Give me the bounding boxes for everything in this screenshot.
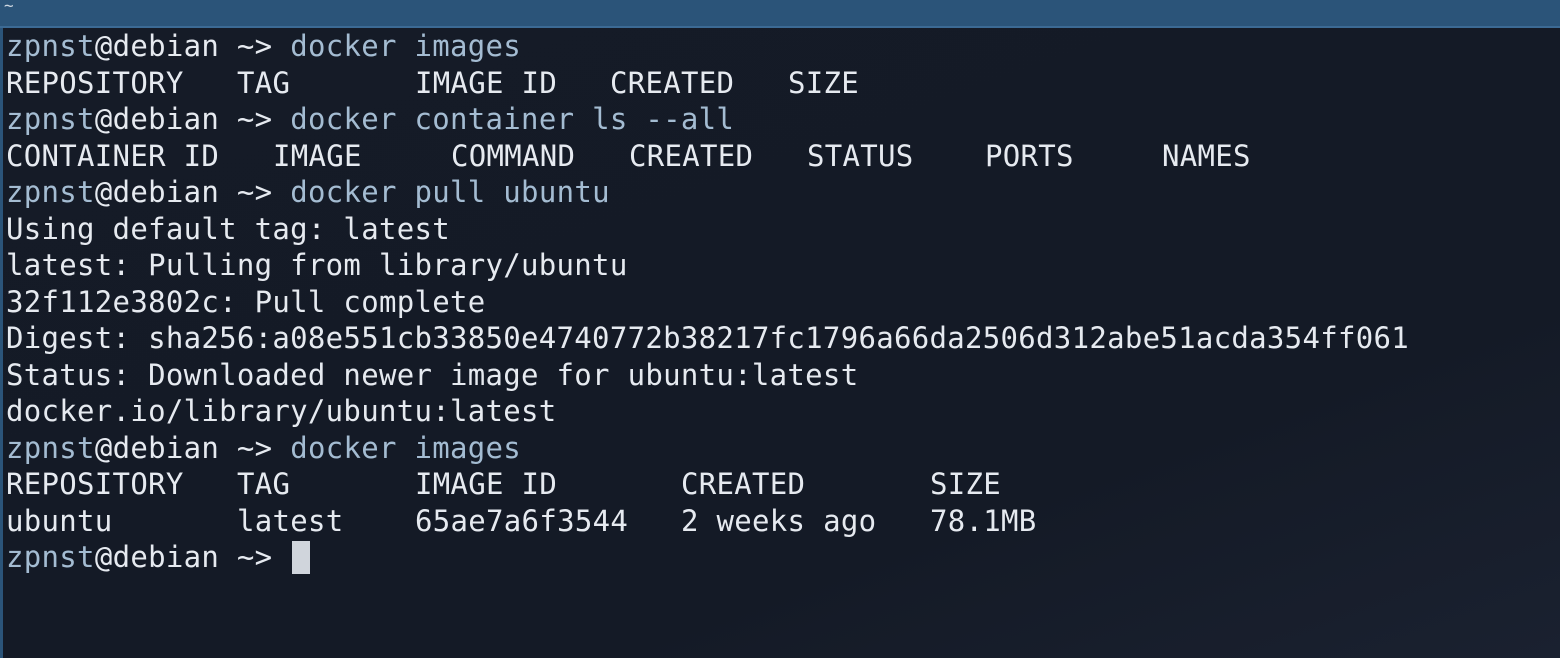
column-header: REPOSITORY bbox=[6, 467, 184, 501]
prompt-host: debian bbox=[112, 29, 220, 63]
table-cell: ubuntu bbox=[6, 503, 113, 538]
images-table-header: REPOSITORY TAG IMAGE ID CREATED SIZE bbox=[6, 466, 1409, 503]
prompt-line: zpnst@debian ~> docker container ls --al… bbox=[6, 101, 1409, 138]
column-header: IMAGE ID bbox=[415, 65, 558, 100]
table-cell: 65ae7a6f3544 bbox=[415, 503, 629, 538]
prompt-host: debian bbox=[112, 540, 220, 574]
prompt-at: @ bbox=[94, 102, 113, 136]
prompt-at: @ bbox=[94, 29, 113, 63]
prompt-path: ~> bbox=[219, 102, 291, 136]
command-text: docker pull ubuntu bbox=[290, 175, 610, 209]
output-line: Digest: sha256:a08e551cb33850e4740772b38… bbox=[6, 321, 1409, 355]
prompt-at: @ bbox=[94, 430, 113, 465]
prompt-path: ~> bbox=[219, 175, 291, 209]
column-header: CREATED bbox=[610, 65, 735, 100]
column-header: CONTAINER ID bbox=[6, 138, 220, 173]
images-table-header: REPOSITORY TAG IMAGE ID CREATED SIZE bbox=[6, 65, 1409, 102]
column-header: COMMAND bbox=[451, 138, 576, 173]
command-text: docker container ls --all bbox=[290, 102, 735, 136]
window-title: ~ bbox=[4, 0, 14, 15]
prompt-line[interactable]: zpnst@debian ~> bbox=[6, 539, 1409, 576]
prompt-line: zpnst@debian ~> docker images bbox=[6, 28, 1409, 65]
prompt-path: ~> bbox=[219, 540, 291, 574]
command-text: docker images bbox=[290, 29, 522, 63]
prompt-at: @ bbox=[94, 540, 113, 574]
prompt-user: zpnst bbox=[6, 175, 95, 209]
column-header: STATUS bbox=[807, 138, 914, 173]
table-row: ubuntu latest 65ae7a6f3544 2 weeks ago 78.1M… bbox=[6, 503, 1409, 540]
containers-table-header: CONTAINER ID IMAGE COMMAND CREATED STATUS POR… bbox=[6, 138, 1409, 175]
table-cell: 2 weeks ago bbox=[681, 503, 877, 538]
text-cursor[interactable] bbox=[292, 540, 311, 574]
prompt-host: debian bbox=[112, 430, 220, 465]
column-header: TAG bbox=[237, 467, 291, 501]
prompt-line: zpnst@debian ~> docker pull ubuntu bbox=[6, 174, 1409, 211]
column-header: IMAGE ID bbox=[415, 467, 558, 501]
prompt-user: zpnst bbox=[6, 430, 95, 465]
output-line: Status: Downloaded newer image for ubunt… bbox=[6, 357, 859, 392]
column-header: SIZE bbox=[788, 65, 860, 100]
column-header: CREATED bbox=[681, 467, 806, 501]
output-line: docker.io/library/ubuntu:latest bbox=[6, 394, 557, 428]
terminal-output: zpnst@debian ~> docker images REPOSITORY… bbox=[6, 28, 1409, 576]
output-line: Using default tag: latest bbox=[6, 211, 450, 246]
prompt-user: zpnst bbox=[6, 102, 95, 136]
column-header: NAMES bbox=[1162, 138, 1251, 173]
table-cell: 78.1MB bbox=[930, 503, 1037, 538]
prompt-path: ~> bbox=[219, 430, 291, 465]
prompt-user: zpnst bbox=[6, 540, 95, 574]
column-header: PORTS bbox=[985, 138, 1074, 173]
output-line: 32f112e3802c: Pull complete bbox=[6, 284, 486, 319]
column-header: REPOSITORY bbox=[6, 65, 184, 100]
prompt-line: zpnst@debian ~> docker images bbox=[6, 430, 1409, 467]
column-header: TAG bbox=[237, 65, 291, 100]
prompt-host: debian bbox=[112, 102, 220, 136]
command-text: docker images bbox=[290, 430, 522, 465]
table-cell: latest bbox=[237, 503, 344, 538]
output-line: latest: Pulling from library/ubuntu bbox=[6, 248, 628, 282]
column-header: SIZE bbox=[930, 467, 1002, 501]
prompt-path: ~> bbox=[219, 29, 291, 63]
prompt-host: debian bbox=[112, 175, 220, 209]
column-header: IMAGE bbox=[273, 138, 362, 173]
prompt-user: zpnst bbox=[6, 29, 95, 63]
terminal-title-bar: ~ bbox=[0, 0, 1560, 28]
terminal-window[interactable]: zpnst@debian ~> docker images REPOSITORY… bbox=[0, 28, 1560, 658]
prompt-at: @ bbox=[94, 175, 113, 209]
column-header: CREATED bbox=[629, 138, 754, 173]
